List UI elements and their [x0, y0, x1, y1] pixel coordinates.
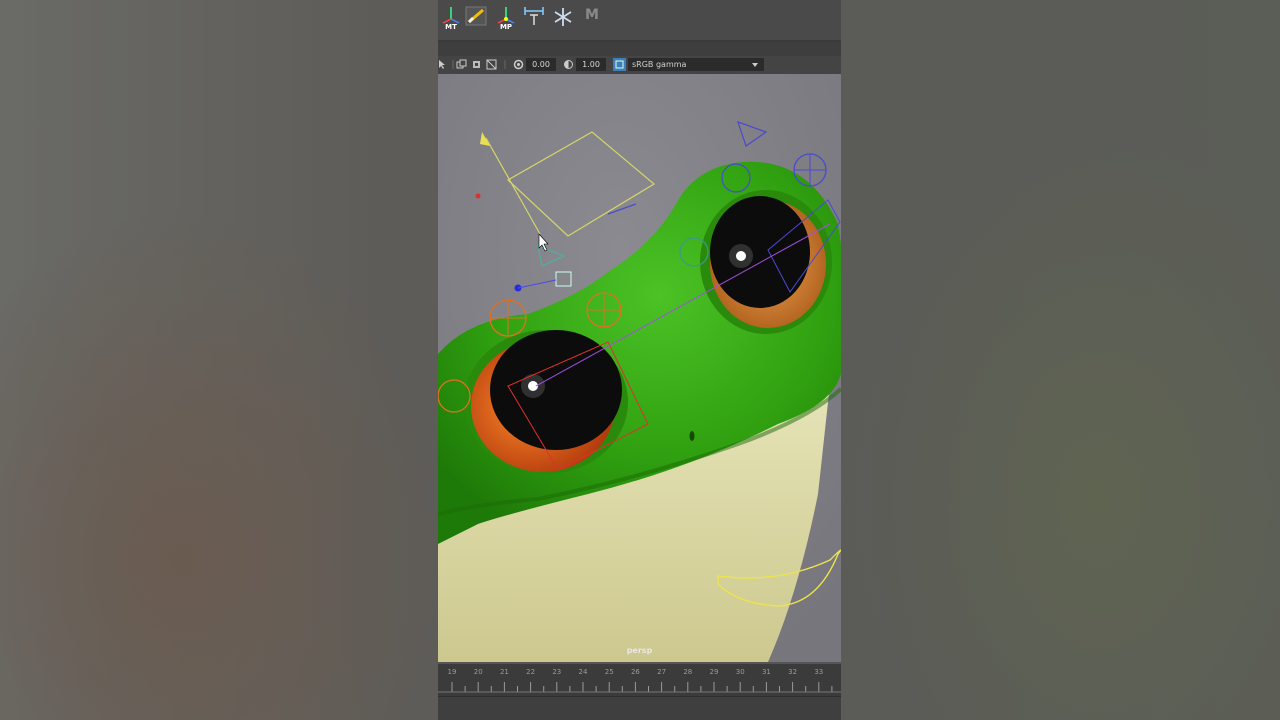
left-eye-glow [521, 374, 545, 398]
viewport-toolbar: 0.00 1.00 sRGB gamma [438, 56, 841, 75]
shelf-item-brush[interactable] [464, 3, 488, 29]
right-eye-pupil [710, 196, 810, 308]
color-space-value: sRGB gamma [632, 60, 687, 69]
shelf-item-mt[interactable]: MT [440, 3, 462, 31]
asterisk-icon [554, 8, 572, 26]
right-eye-glow [729, 244, 753, 268]
timeline-frame-label: 33 [814, 668, 823, 676]
timeline-frame-label: 22 [526, 668, 535, 676]
measure-icon [524, 7, 544, 25]
maya-logo-icon: M [585, 7, 599, 23]
exposure-icon[interactable] [513, 59, 524, 70]
divider-icon [504, 60, 506, 69]
timeline-frame-label: 24 [579, 668, 588, 676]
camera-label: persp [626, 646, 653, 655]
timeline-frame-label: 32 [788, 668, 797, 676]
maya-app-window: MT MP M 0.00 1.00 sRGB gamma persp 19 20… [438, 0, 841, 720]
shelf-toolbar: MT MP M [438, 0, 841, 42]
timeline-frame-label: 29 [710, 668, 719, 676]
svg-text:M: M [585, 7, 599, 23]
shelf-item-label: MP [499, 23, 513, 31]
range-slider[interactable] [438, 696, 841, 720]
exposure-field[interactable]: 0.00 [526, 58, 556, 71]
brush-icon [465, 6, 487, 26]
timeline-frame-label: 28 [683, 668, 692, 676]
persp-viewport[interactable]: persp [438, 74, 841, 662]
timeline-frame-label: 25 [605, 668, 614, 676]
timeline-frame-label: 27 [657, 668, 666, 676]
shelf-item-measure[interactable] [522, 3, 546, 29]
timeline-frame-label: 21 [500, 668, 509, 676]
timeline-frame-label: 31 [762, 668, 771, 676]
copy-icon[interactable] [456, 59, 467, 70]
timeline-ticks: 19 20 21 22 23 24 25 26 27 28 29 30 31 32 33 [438, 668, 841, 693]
timeline-frame-label: 19 [448, 668, 457, 676]
shelf-item-mp[interactable]: MP [494, 3, 518, 31]
timeline-frame-label: 26 [631, 668, 640, 676]
timeline-frame-label: 23 [552, 668, 561, 676]
timeline-frame-label: 20 [474, 668, 483, 676]
shelf-item-label: MT [445, 23, 457, 31]
shelf-item-maya[interactable]: M [582, 3, 602, 29]
color-space-dropdown[interactable]: sRGB gamma [628, 58, 764, 71]
shelf-item-asterisk[interactable] [552, 3, 574, 29]
timeline-frame-label: 30 [736, 668, 745, 676]
color-management-icon[interactable] [613, 58, 626, 71]
time-slider[interactable]: 19 20 21 22 23 24 25 26 27 28 29 30 31 32 33 [438, 662, 841, 698]
panel-menu-bar [438, 42, 841, 56]
layers-icon[interactable] [471, 59, 482, 70]
gamma-icon[interactable] [563, 59, 574, 70]
frog-nostril [689, 431, 695, 441]
chevron-down-icon [752, 63, 758, 67]
isolate-icon[interactable] [486, 59, 497, 70]
viewport-scene [438, 74, 841, 662]
gamma-field[interactable]: 1.00 [576, 58, 606, 71]
